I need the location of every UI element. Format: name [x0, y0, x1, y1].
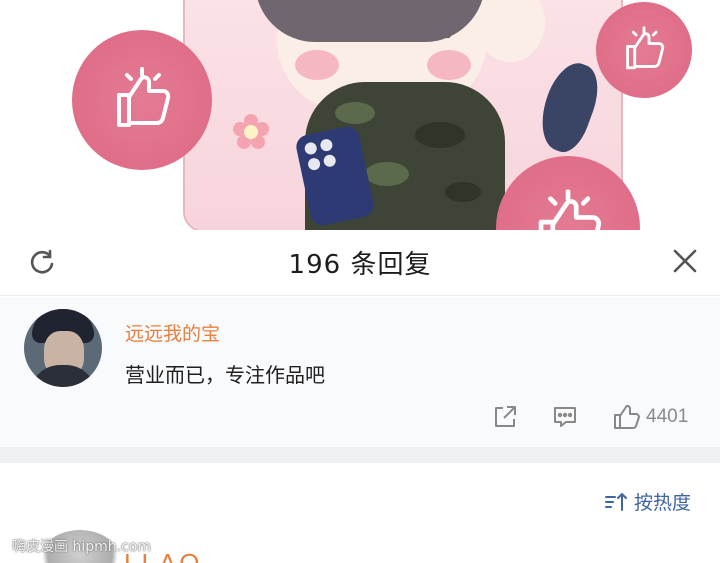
comment-item: 远远我的宝 营业而已，专注作品吧 4401 — [0, 297, 720, 447]
watermark: 嗨皮漫画 hipmh.com — [12, 539, 151, 555]
thumbs-up-icon — [72, 30, 212, 170]
avatar[interactable] — [24, 309, 102, 387]
sort-label: 按热度 — [634, 492, 692, 514]
chibi-tail — [531, 56, 607, 158]
like-count: 4401 — [646, 406, 689, 427]
chibi-blush — [427, 50, 471, 80]
chibi-hair — [255, 0, 485, 42]
section-divider — [0, 447, 720, 463]
thumbs-up-icon — [596, 2, 692, 98]
reply-button[interactable] — [552, 404, 578, 430]
comment-text: 营业而已，专注作品吧 — [125, 363, 325, 387]
reply-icon — [554, 407, 576, 427]
flower-icon — [233, 114, 269, 150]
close-icon[interactable] — [672, 248, 698, 274]
comment-username[interactable]: 远远我的宝 — [125, 319, 220, 346]
share-icon — [495, 406, 516, 427]
like-icon — [614, 404, 640, 429]
comment-image — [0, 0, 720, 240]
like-button[interactable]: 4401 — [612, 404, 688, 430]
chibi-blush — [295, 50, 339, 80]
replies-title: 196 条回复 — [288, 250, 432, 280]
sort-by-hot-button[interactable]: 按热度 — [604, 488, 691, 515]
sort-icon — [605, 492, 627, 511]
share-button[interactable] — [492, 404, 518, 430]
